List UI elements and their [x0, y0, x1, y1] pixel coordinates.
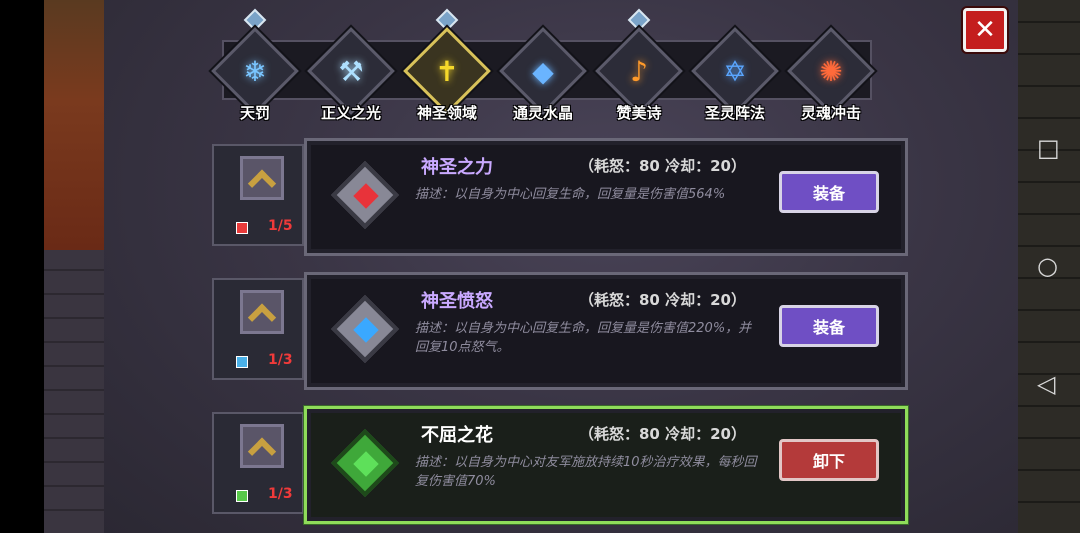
skill-name: 神圣愤怒: [421, 291, 493, 312]
tab-skill-7[interactable]: ✺ 灵魂冲击: [787, 27, 876, 124]
tab-skill-1[interactable]: ❄ 天罚: [211, 8, 300, 124]
tab-label: 通灵水晶: [512, 104, 573, 122]
recents-square-icon[interactable]: □: [1037, 134, 1060, 162]
tab-label: 赞美诗: [616, 104, 662, 122]
tab-skill-4[interactable]: ◆ 通灵水晶: [499, 27, 588, 124]
skill-icon: ❄: [243, 54, 267, 88]
skill-description: 描述：以自身为中心回复生命，回复量是伤害值220%，并回复10点怒气。: [415, 321, 752, 355]
level-panel: 1/3: [212, 412, 304, 514]
skill-icon: ✡: [723, 54, 747, 88]
skill-cost: （耗怒：80 冷却：20）: [579, 425, 746, 443]
skill-cost: （耗怒：80 冷却：20）: [579, 157, 746, 175]
home-circle-icon[interactable]: ○: [1037, 252, 1058, 280]
skill-icon: ✺: [819, 54, 843, 88]
equip-button[interactable]: 装备: [779, 305, 879, 347]
left-black-bar: [0, 0, 44, 533]
skill-card: 神圣之力 （耗怒：80 冷却：20） 描述：以自身为中心回复生命，回复量是伤害值56…: [304, 138, 908, 256]
skill-row: 1/5 神圣之力 （耗怒：80 冷却：20） 描述：以自身为中心回复生命，回复量是伤害…: [212, 138, 908, 256]
skill-icon: ♪: [630, 54, 648, 88]
tab-label: 正义之光: [320, 104, 381, 122]
close-button[interactable]: ✕: [963, 8, 1007, 52]
game-screen: { "tabs": [ {"label":"天罚","color":"#7ac6…: [0, 0, 1080, 533]
skill-point-icon: [236, 356, 248, 368]
skill-icon: ⚒: [338, 54, 364, 88]
tab-label: 神圣领域: [416, 104, 477, 122]
skill-name: 神圣之力: [421, 157, 493, 178]
skill-level: 1/3: [268, 352, 293, 368]
tab-skill-6[interactable]: ✡ 圣灵阵法: [691, 27, 780, 124]
tab-label: 天罚: [239, 104, 270, 122]
tab-skill-3[interactable]: ✝ 神圣领域: [403, 8, 492, 124]
tapestry-left: [44, 0, 104, 250]
tab-label: 灵魂冲击: [800, 104, 861, 122]
skill-icon: ✝: [435, 54, 459, 88]
skill-name: 不屈之花: [421, 425, 493, 446]
level-panel: 1/3: [212, 278, 304, 380]
tab-skill-5[interactable]: ♪ 赞美诗: [595, 8, 684, 124]
upgrade-button[interactable]: [240, 156, 284, 200]
upgrade-button[interactable]: [240, 424, 284, 468]
unequip-button[interactable]: 卸下: [779, 439, 879, 481]
back-triangle-icon[interactable]: ◁: [1037, 370, 1055, 398]
chevron-up-icon: [247, 437, 277, 466]
chevron-up-icon: [247, 169, 277, 198]
chevron-up-icon: [247, 303, 277, 332]
skill-point-icon: [236, 222, 248, 234]
skill-row: 1/3 不屈之花 （耗怒：80 冷却：20） 描述：以自身为中心对友军施放持续10秒治…: [212, 406, 908, 524]
tab-label: 圣灵阵法: [704, 104, 765, 122]
level-panel: 1/5: [212, 144, 304, 246]
skill-cost: （耗怒：80 冷却：20）: [579, 291, 746, 309]
tab-skill-2[interactable]: ⚒ 正义之光: [307, 27, 396, 124]
skill-level: 1/5: [268, 218, 293, 234]
skill-point-icon: [236, 490, 248, 502]
skill-row: 1/3 神圣愤怒 （耗怒：80 冷却：20） 描述：以自身为中心回复生命，回复量是伤害…: [212, 272, 908, 390]
skill-description: 描述：以自身为中心回复生命，回复量是伤害值564%: [415, 187, 726, 202]
equip-button[interactable]: 装备: [779, 171, 879, 213]
upgrade-button[interactable]: [240, 290, 284, 334]
skill-icon: ◆: [532, 54, 554, 88]
skill-description: 描述：以自身为中心对友军施放持续10秒治疗效果，每秒回复伤害值70%: [415, 455, 757, 489]
skill-level: 1/3: [268, 486, 293, 502]
skill-card: 不屈之花 （耗怒：80 冷却：20） 描述：以自身为中心对友军施放持续10秒治疗效果…: [304, 406, 908, 524]
skill-card: 神圣愤怒 （耗怒：80 冷却：20） 描述：以自身为中心回复生命，回复量是伤害值22…: [304, 272, 908, 390]
